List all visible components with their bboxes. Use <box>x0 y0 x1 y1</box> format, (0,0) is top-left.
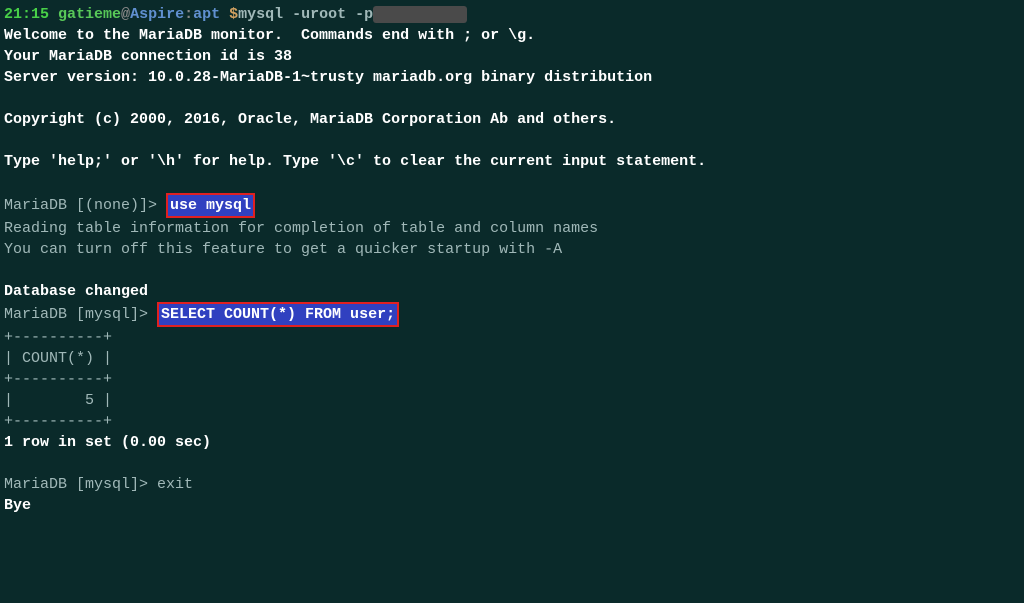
terminal-output: 21:15 gatieme@Aspire:apt $mysql -uroot -… <box>4 6 706 514</box>
prompt-path: apt <box>193 6 220 23</box>
password-redacted <box>373 6 467 23</box>
table-row: | 5 | <box>4 392 112 409</box>
bye-line: Bye <box>4 497 31 514</box>
prompt-sep: : <box>184 6 193 23</box>
prompt-dollar: $ <box>220 6 238 23</box>
prompt-host: Aspire <box>130 6 184 23</box>
prompt-time: 21:15 <box>4 6 49 23</box>
table-header: | COUNT(*) | <box>4 350 112 367</box>
table-border-top: +----------+ <box>4 329 112 346</box>
reading-line-2: You can turn off this feature to get a q… <box>4 241 562 258</box>
command-exit: exit <box>157 476 193 493</box>
copyright-line: Copyright (c) 2000, 2016, Oracle, MariaD… <box>4 111 616 128</box>
command-mysql: mysql -uroot -p <box>238 6 373 23</box>
welcome-line-1: Welcome to the MariaDB monitor. Commands… <box>4 27 535 44</box>
welcome-line-2: Your MariaDB connection id is 38 <box>4 48 292 65</box>
database-changed: Database changed <box>4 283 148 300</box>
help-line: Type 'help;' or '\h' for help. Type '\c'… <box>4 153 706 170</box>
highlighted-command-select-count: SELECT COUNT(*) FROM user; <box>157 302 399 327</box>
prompt-user: gatieme <box>58 6 121 23</box>
mariadb-prompt-none: MariaDB [(none)]> <box>4 197 166 214</box>
mariadb-prompt-mysql-1: MariaDB [mysql]> <box>4 306 157 323</box>
result-summary: 1 row in set (0.00 sec) <box>4 434 211 451</box>
table-border-bottom: +----------+ <box>4 413 112 430</box>
highlighted-command-use-mysql: use mysql <box>166 193 255 218</box>
reading-line-1: Reading table information for completion… <box>4 220 598 237</box>
prompt-at: @ <box>121 6 130 23</box>
table-border-mid: +----------+ <box>4 371 112 388</box>
welcome-line-3: Server version: 10.0.28-MariaDB-1~trusty… <box>4 69 652 86</box>
mariadb-prompt-mysql-2: MariaDB [mysql]> <box>4 476 157 493</box>
